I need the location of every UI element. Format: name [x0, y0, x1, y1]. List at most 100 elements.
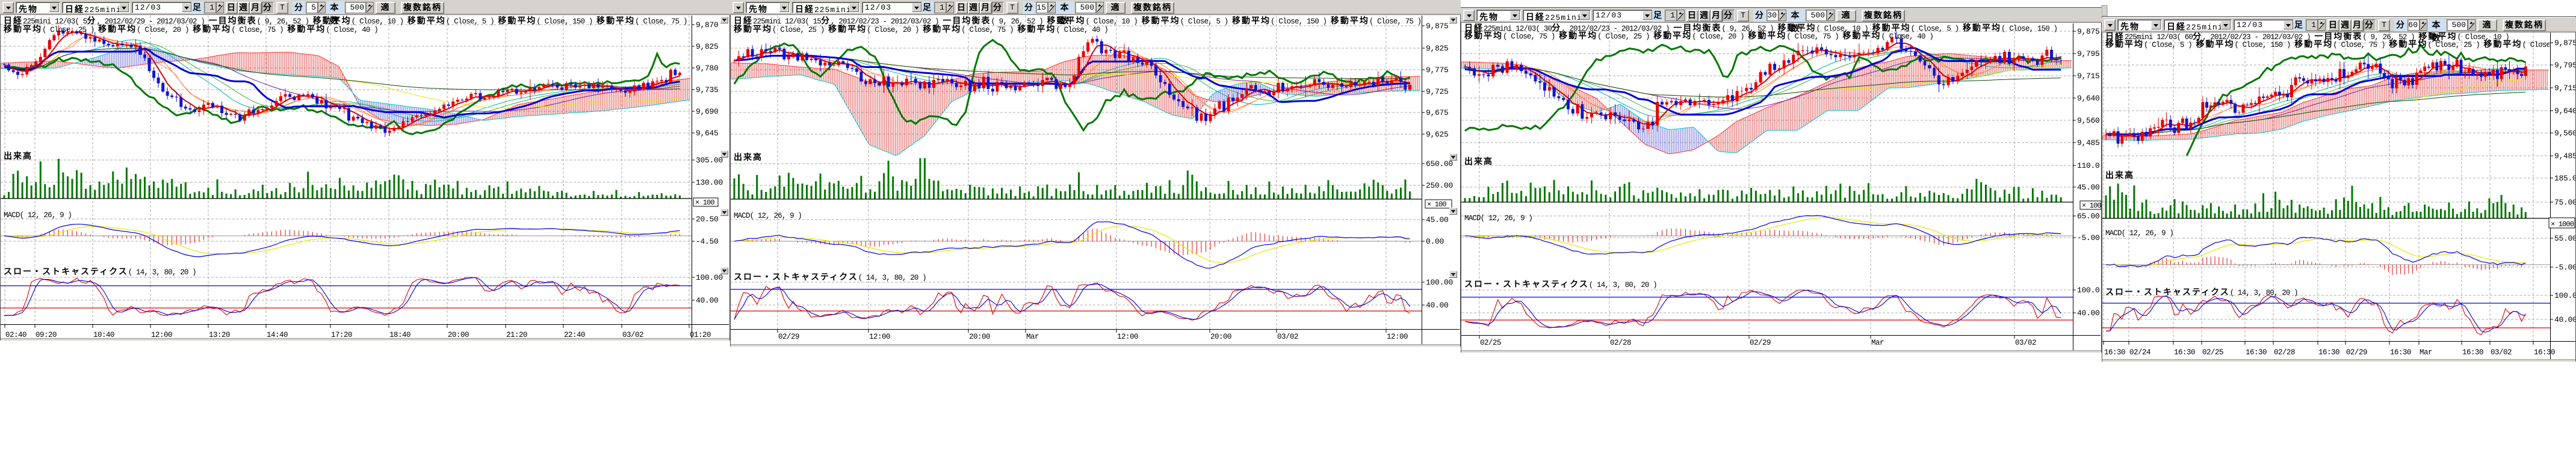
- svg-text:02/25: 02/25: [1480, 339, 1501, 347]
- svg-text:40.00: 40.00: [1426, 301, 1449, 310]
- svg-text:9,690: 9,690: [696, 107, 719, 116]
- svg-text:× 1000: × 1000: [2551, 220, 2574, 229]
- svg-text:16:30: 16:30: [2174, 348, 2195, 357]
- svg-text:9,715: 9,715: [2554, 84, 2576, 93]
- svg-text:40.00: 40.00: [696, 296, 719, 305]
- svg-text:出来高: 出来高: [2105, 170, 2134, 180]
- svg-text:02/29: 02/29: [2346, 348, 2367, 357]
- svg-text:40.00: 40.00: [2554, 315, 2576, 324]
- svg-text:20:00: 20:00: [969, 333, 990, 341]
- svg-text:Mar: Mar: [2420, 348, 2432, 357]
- svg-text:21:20: 21:20: [506, 331, 527, 339]
- svg-text:16:30: 16:30: [2534, 348, 2555, 357]
- svg-text:スロー・ストキャスティクス( 14, 3, 80, 20 ): スロー・ストキャスティクス( 14, 3, 80, 20 ): [1464, 279, 1657, 289]
- svg-text:× 100: × 100: [1427, 200, 1446, 209]
- svg-text:100.00: 100.00: [696, 273, 723, 282]
- svg-text:09:20: 09:20: [36, 331, 57, 339]
- svg-text:20.50: 20.50: [696, 215, 719, 224]
- svg-text:02/29: 02/29: [778, 333, 799, 341]
- svg-text:出来高: 出来高: [1464, 156, 1493, 166]
- svg-text:9,825: 9,825: [1426, 44, 1449, 53]
- svg-text:-5.00: -5.00: [2077, 233, 2100, 242]
- svg-text:MACD( 12, 26, 9 ): MACD( 12, 26, 9 ): [734, 212, 802, 220]
- svg-text:185.00: 185.00: [2554, 174, 2576, 183]
- svg-text:9,870: 9,870: [696, 20, 719, 29]
- svg-text:16:30: 16:30: [2318, 348, 2339, 357]
- svg-text:110.0: 110.0: [2077, 161, 2100, 170]
- svg-text:9,795: 9,795: [2077, 49, 2100, 58]
- svg-text:18:40: 18:40: [389, 331, 410, 339]
- svg-text:スロー・ストキャスティクス( 14, 3, 80, 20 ): スロー・ストキャスティクス( 14, 3, 80, 20 ): [2105, 287, 2298, 297]
- svg-text:55.00: 55.00: [2554, 234, 2576, 243]
- svg-text:出来高: 出来高: [4, 151, 33, 161]
- svg-text:03/02: 03/02: [2015, 339, 2036, 347]
- svg-text:45.00: 45.00: [1426, 215, 1449, 224]
- svg-text:9,715: 9,715: [2077, 72, 2100, 81]
- svg-text:16:30: 16:30: [2246, 348, 2267, 357]
- svg-text:9,485: 9,485: [2554, 152, 2576, 161]
- svg-text:100.00: 100.00: [2554, 291, 2576, 300]
- svg-text:12:00: 12:00: [1117, 333, 1138, 341]
- svg-text:65.00: 65.00: [2077, 212, 2100, 221]
- svg-text:20:00: 20:00: [448, 331, 469, 339]
- svg-text:9,560: 9,560: [2554, 129, 2576, 138]
- svg-text:22:40: 22:40: [564, 331, 585, 339]
- svg-text:移動平均( Close, 5 ) 移動平均( Close,: 移動平均( Close, 5 ) 移動平均( Close, 150 ) 移動平均…: [2105, 39, 2576, 49]
- svg-text:9,640: 9,640: [2554, 106, 2576, 116]
- svg-text:250.00: 250.00: [1426, 181, 1453, 190]
- svg-text:305.00: 305.00: [696, 156, 723, 165]
- svg-text:9,875: 9,875: [1426, 22, 1449, 31]
- svg-text:0.00: 0.00: [1426, 237, 1444, 246]
- svg-text:-4.50: -4.50: [696, 237, 719, 246]
- svg-text:× 100: × 100: [2082, 202, 2101, 210]
- svg-text:03/02: 03/02: [2491, 348, 2512, 357]
- svg-text:03/02: 03/02: [622, 331, 643, 339]
- svg-text:出来高: 出来高: [734, 152, 763, 162]
- svg-text:40.00: 40.00: [2077, 309, 2100, 318]
- svg-text:650.00: 650.00: [1426, 159, 1453, 168]
- svg-text:13:20: 13:20: [209, 331, 230, 339]
- svg-text:MACD( 12, 26, 9 ): MACD( 12, 26, 9 ): [2105, 229, 2173, 238]
- svg-text:16:30: 16:30: [2390, 348, 2411, 357]
- svg-text:MACD( 12, 26, 9 ): MACD( 12, 26, 9 ): [4, 211, 72, 220]
- svg-text:02/29: 02/29: [1750, 339, 1771, 347]
- svg-text:02/25: 02/25: [2202, 348, 2223, 357]
- svg-text:10:40: 10:40: [93, 331, 114, 339]
- svg-text:9,780: 9,780: [696, 64, 719, 73]
- svg-text:12:00: 12:00: [151, 331, 172, 339]
- svg-text:9,875: 9,875: [2077, 27, 2100, 36]
- svg-text:9,875: 9,875: [2554, 38, 2576, 48]
- svg-text:20:00: 20:00: [1210, 333, 1231, 341]
- svg-text:移動平均( Close, 75 ) 移動平均( Close: 移動平均( Close, 75 ) 移動平均( Close, 25 ) 移動平均…: [1464, 31, 1933, 41]
- svg-text:スロー・ストキャスティクス( 14, 3, 80, 20 ): スロー・ストキャスティクス( 14, 3, 80, 20 ): [734, 272, 926, 282]
- svg-text:12:00: 12:00: [1387, 333, 1408, 341]
- svg-text:移動平均( Close, 25 ) 移動平均( Close: 移動平均( Close, 25 ) 移動平均( Close, 20 ) 移動平均…: [734, 24, 1108, 34]
- svg-text:9,625: 9,625: [1426, 130, 1449, 139]
- svg-text:9,560: 9,560: [2077, 116, 2100, 125]
- svg-text:75.00: 75.00: [2554, 198, 2576, 207]
- svg-text:100.00: 100.00: [1426, 278, 1453, 287]
- svg-text:02:40: 02:40: [5, 331, 26, 339]
- svg-text:MACD( 12, 26, 9 ): MACD( 12, 26, 9 ): [1464, 214, 1532, 223]
- svg-text:130.00: 130.00: [696, 178, 723, 187]
- svg-text:9,775: 9,775: [1426, 66, 1449, 75]
- svg-text:03/02: 03/02: [1277, 333, 1298, 341]
- svg-text:9,725: 9,725: [1426, 87, 1449, 96]
- svg-text:100.0: 100.0: [2077, 286, 2100, 295]
- svg-text:9,735: 9,735: [696, 85, 719, 94]
- svg-text:02/24: 02/24: [2129, 348, 2150, 357]
- svg-text:12:00: 12:00: [869, 333, 890, 341]
- svg-text:9,825: 9,825: [696, 42, 719, 51]
- svg-text:45.00: 45.00: [2077, 183, 2100, 192]
- svg-text:9,675: 9,675: [1426, 108, 1449, 117]
- svg-text:Mar: Mar: [1026, 333, 1039, 341]
- svg-text:01:20: 01:20: [690, 331, 711, 339]
- svg-text:17:20: 17:20: [331, 331, 352, 339]
- svg-text:9,640: 9,640: [2077, 94, 2100, 103]
- svg-text:02/28: 02/28: [1610, 339, 1631, 347]
- svg-text:Mar: Mar: [1871, 339, 1884, 347]
- svg-text:-5.00: -5.00: [2554, 263, 2576, 272]
- svg-text:16:30: 16:30: [2104, 348, 2125, 357]
- svg-text:14:40: 14:40: [267, 331, 288, 339]
- svg-text:× 100: × 100: [695, 199, 714, 207]
